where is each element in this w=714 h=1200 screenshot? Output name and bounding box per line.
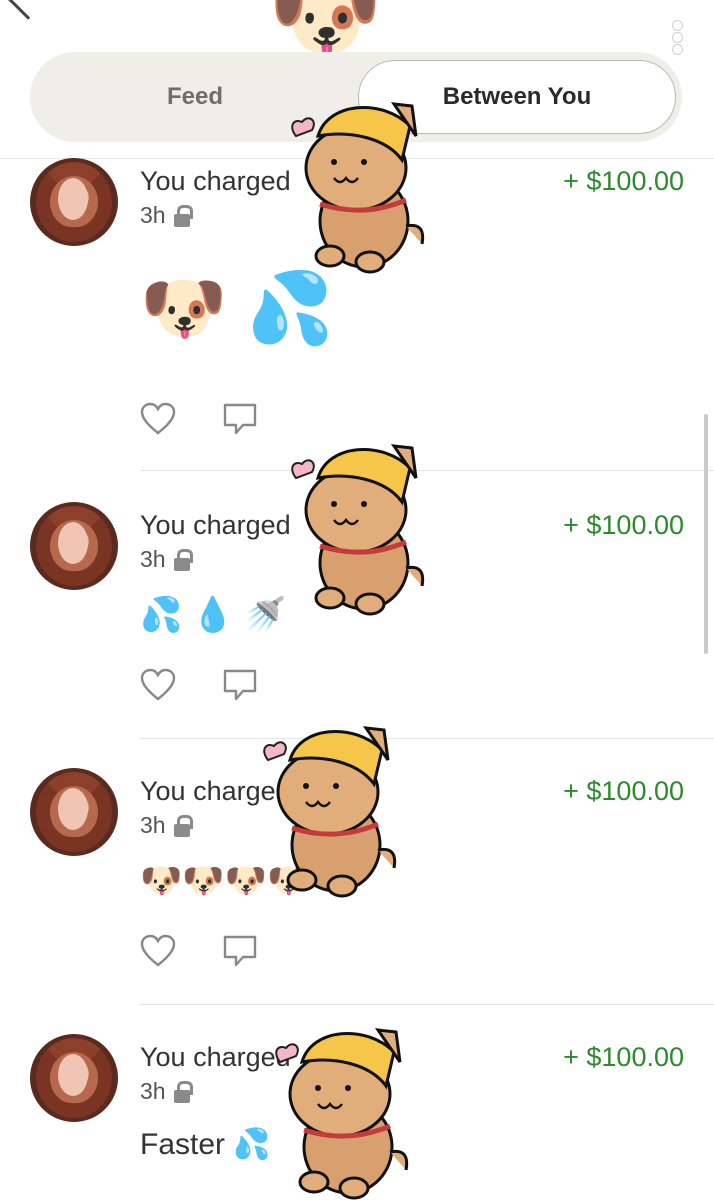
- actions: [140, 402, 258, 436]
- timestamp: 3h: [140, 546, 193, 573]
- timestamp: 3h: [140, 1078, 193, 1105]
- lock-icon: [173, 1080, 193, 1103]
- avatar[interactable]: [30, 158, 118, 246]
- amount: + $100.00: [563, 166, 684, 196]
- note: 🐶 💦: [140, 269, 334, 347]
- comment-icon[interactable]: [222, 668, 258, 702]
- timestamp: 3h: [140, 202, 193, 229]
- tab-feed[interactable]: Feed: [30, 52, 360, 142]
- feed-item[interactable]: You charged 3h + $100.00 Faster 💦: [0, 1034, 714, 1200]
- scrollbar[interactable]: [704, 414, 708, 654]
- time-label: 3h: [140, 202, 166, 228]
- comment-icon[interactable]: [222, 402, 258, 436]
- feed-item[interactable]: You charged 3h + $100.00 💦 💧 🚿: [0, 502, 714, 739]
- lock-icon: [173, 814, 193, 837]
- top-bar: 🐶 Feed Between You: [0, 0, 714, 150]
- amount: + $100.00: [563, 510, 684, 540]
- transaction-title-tail: a: [304, 776, 320, 806]
- transaction-title-main: You charged: [140, 776, 291, 806]
- note: Faster 💦: [140, 1128, 271, 1161]
- amount: + $100.00: [563, 776, 684, 806]
- transaction-title: You charged: [140, 510, 291, 540]
- segmented-control: Feed Between You: [30, 52, 682, 142]
- divider: [140, 1004, 714, 1005]
- comment-icon[interactable]: [222, 934, 258, 968]
- timestamp: 3h: [140, 812, 193, 839]
- feed-item[interactable]: You charged 3h + $100.00 🐶 💦: [0, 158, 714, 471]
- lock-icon: [173, 204, 193, 227]
- tab-between-you[interactable]: Between You: [358, 60, 676, 134]
- transaction-title: You charged: [140, 1042, 291, 1072]
- feed-item[interactable]: You charged a 3h + $100.00 🐶🐶🐶🐶: [0, 768, 714, 1005]
- actions: [140, 668, 258, 702]
- divider: [140, 470, 714, 471]
- avatar[interactable]: [30, 502, 118, 590]
- heart-icon[interactable]: [140, 402, 176, 436]
- time-label: 3h: [140, 812, 166, 838]
- heart-icon[interactable]: [140, 934, 176, 968]
- heart-icon[interactable]: [140, 668, 176, 702]
- note: 💦 💧 🚿: [140, 596, 286, 634]
- lock-icon: [173, 548, 193, 571]
- time-label: 3h: [140, 1078, 166, 1104]
- time-label: 3h: [140, 546, 166, 572]
- chevron-left-icon[interactable]: [8, 0, 48, 20]
- transaction-title: You charged: [140, 166, 291, 196]
- avatar[interactable]: [30, 1034, 118, 1122]
- avatar[interactable]: [30, 768, 118, 856]
- amount: + $100.00: [563, 1042, 684, 1072]
- actions: [140, 934, 258, 968]
- more-icon[interactable]: [670, 20, 686, 56]
- transaction-title: You charged a: [140, 776, 319, 807]
- note: 🐶🐶🐶🐶: [140, 862, 310, 900]
- divider: [140, 738, 714, 739]
